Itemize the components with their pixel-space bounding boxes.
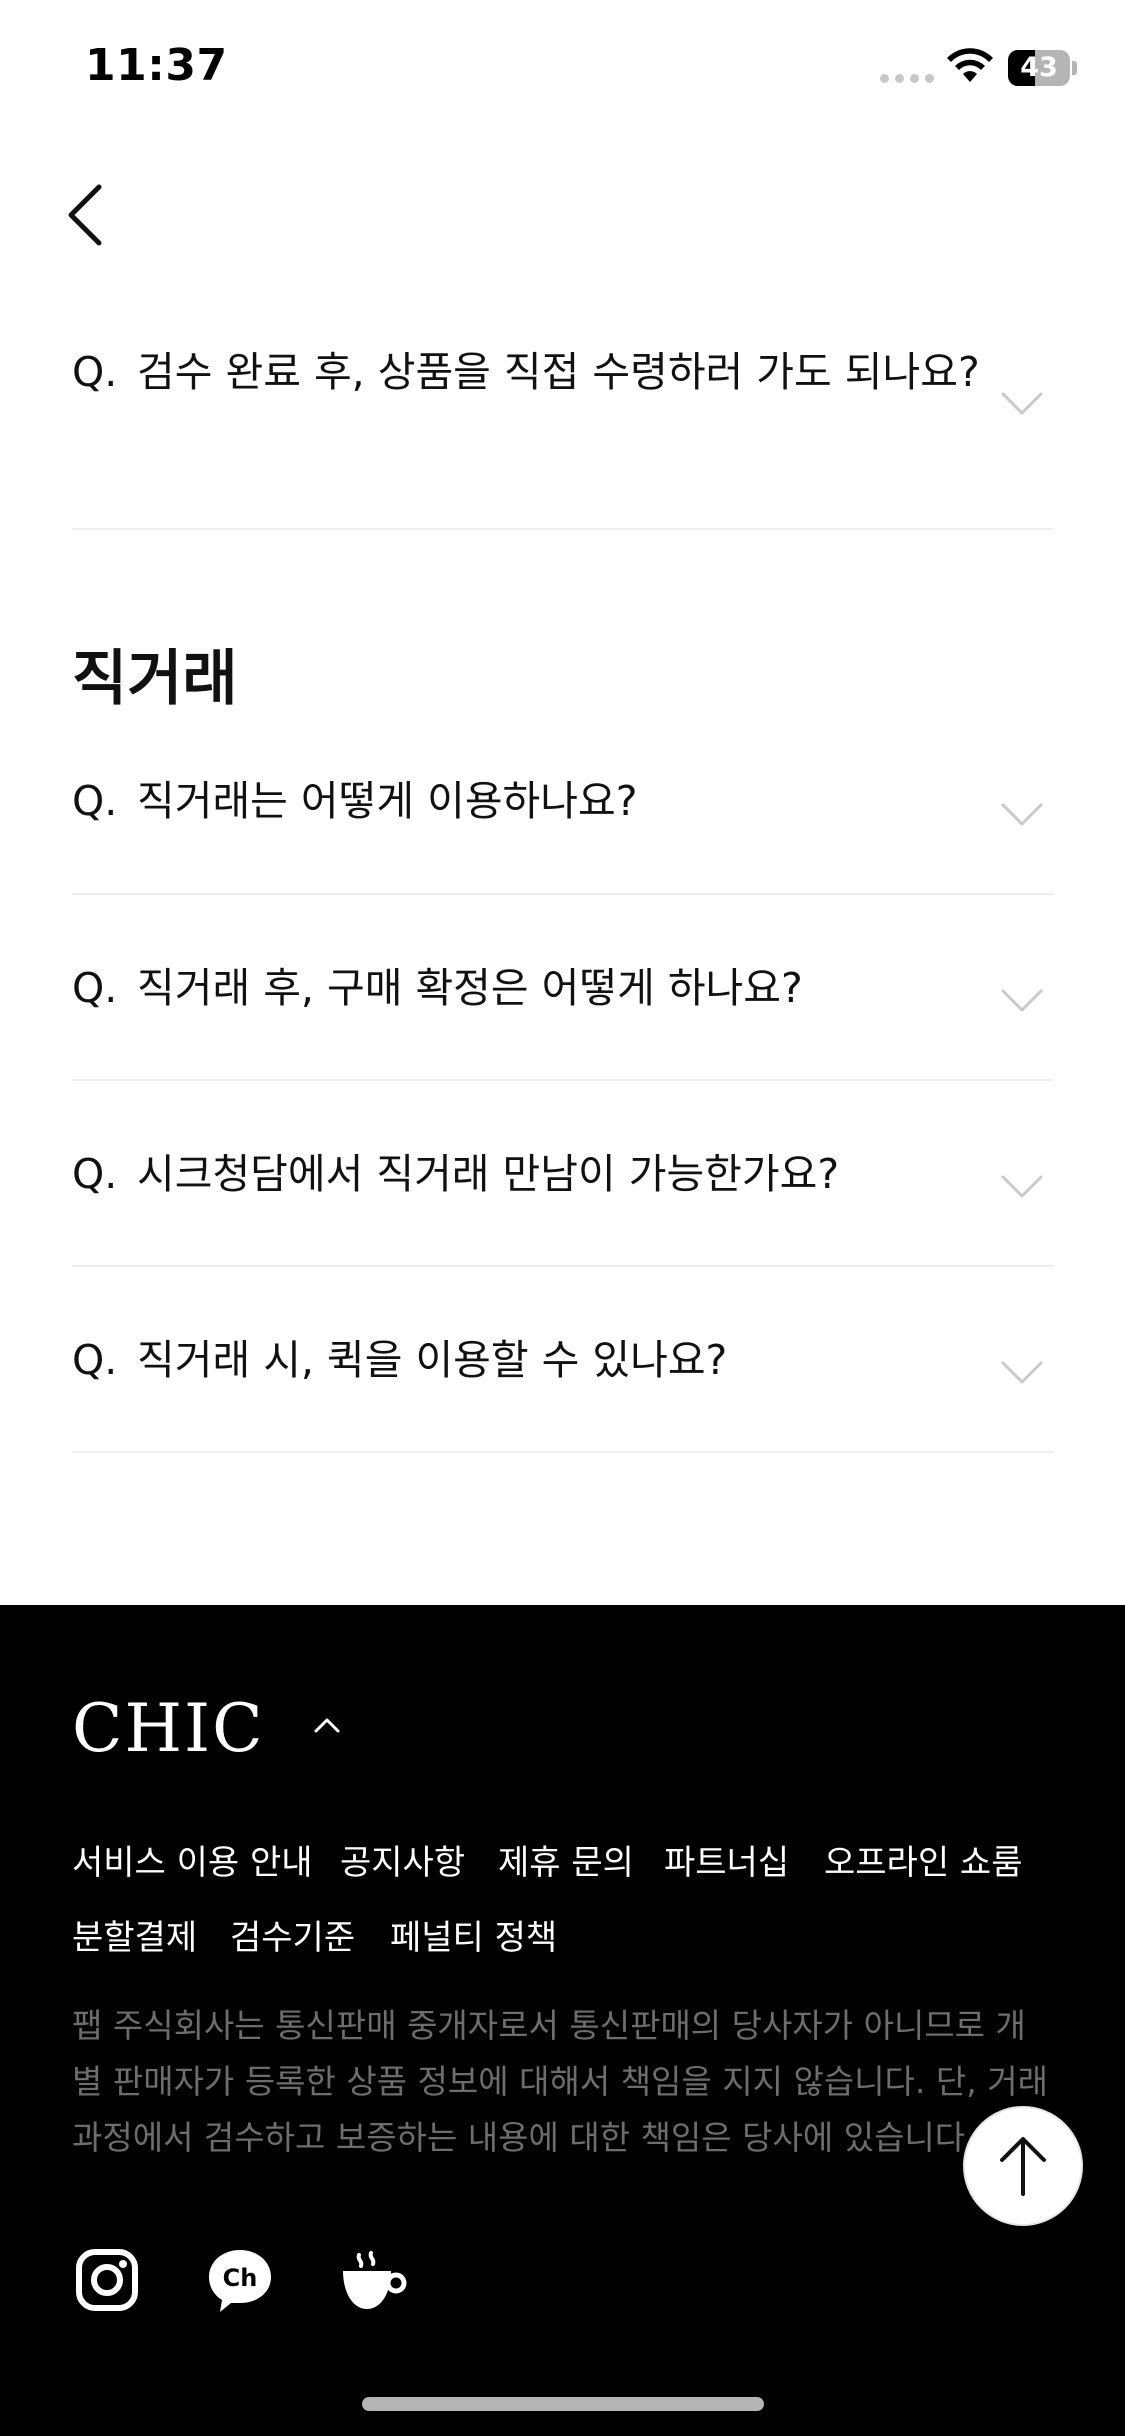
cellular-signal-icon [880,74,934,83]
instagram-icon[interactable] [72,2245,142,2315]
footer-link-offline-showroom[interactable]: 오프라인 쇼룸 [824,1835,1023,1884]
brand-logo: CHIC [72,1690,265,1767]
battery-icon: 43 [1008,50,1077,86]
chevron-left-icon [68,184,102,246]
faq-item[interactable]: Q. 검수 완료 후, 상품을 직접 수령하러 가도 되나요? [72,335,1054,530]
scroll-to-top-button[interactable] [963,2106,1083,2226]
footer-link-partnership[interactable]: 파트너십 [664,1835,789,1884]
chevron-up-icon[interactable] [312,1715,342,1735]
faq-question: 검수 완료 후, 상품을 직접 수령하러 가도 되나요? [137,348,980,396]
section-title: 직거래 [72,644,238,714]
footer-link-partnership-inquiry[interactable]: 제휴 문의 [498,1835,634,1884]
faq-item[interactable]: Q. 직거래 후, 구매 확정은 어떻게 하나요? [72,895,1054,1081]
battery-level: 43 [1020,52,1058,83]
chevron-down-icon [1001,989,1043,1012]
chevron-down-icon [1001,1175,1043,1198]
faq-prefix: Q. [72,777,118,825]
back-button[interactable] [55,180,115,250]
legal-disclaimer: 팹 주식회사는 통신판매 중개자로서 통신판매의 당사자가 아니므로 개별 판매… [72,2006,1048,2157]
status-time: 11:37 [85,40,228,91]
footer-link-installment[interactable]: 분할결제 [72,1910,197,1959]
footer-link-inspection-standard[interactable]: 검수기준 [230,1910,355,1959]
kakao-channel-icon[interactable]: Ch [205,2245,275,2315]
faq-prefix: Q. [72,1150,118,1198]
chevron-down-icon [1001,803,1043,826]
faq-prefix: Q. [72,964,118,1012]
footer-link-penalty-policy[interactable]: 페널티 정책 [390,1910,557,1959]
wifi-icon [947,48,993,82]
faq-prefix: Q. [72,348,118,396]
faq-item[interactable]: Q. 직거래는 어떻게 이용하나요? [72,735,1054,895]
chevron-down-icon [1001,392,1043,415]
coffee-icon[interactable] [337,2245,407,2315]
home-indicator [362,2397,764,2411]
faq-question: 직거래 시, 퀵을 이용할 수 있나요? [137,1336,728,1384]
faq-item[interactable]: Q. 직거래 시, 퀵을 이용할 수 있나요? [72,1267,1054,1453]
faq-prefix: Q. [72,1336,118,1384]
footer-link-notice[interactable]: 공지사항 [340,1835,465,1884]
faq-question: 직거래는 어떻게 이용하나요? [137,777,638,825]
svg-text:Ch: Ch [223,2264,258,2292]
status-bar: 11:37 43 [0,0,1125,140]
faq-question: 시크청담에서 직거래 만남이 가능한가요? [137,1150,840,1198]
footer: CHIC 서비스 이용 안내 공지사항 제휴 문의 파트너십 오프라인 쇼룸 분… [0,1605,1125,2436]
chevron-down-icon [1001,1361,1043,1384]
arrow-up-icon [1000,2137,1046,2196]
faq-item[interactable]: Q. 시크청담에서 직거래 만남이 가능한가요? [72,1081,1054,1267]
faq-question: 직거래 후, 구매 확정은 어떻게 하나요? [137,964,803,1012]
footer-link-service-guide[interactable]: 서비스 이용 안내 [72,1835,313,1884]
